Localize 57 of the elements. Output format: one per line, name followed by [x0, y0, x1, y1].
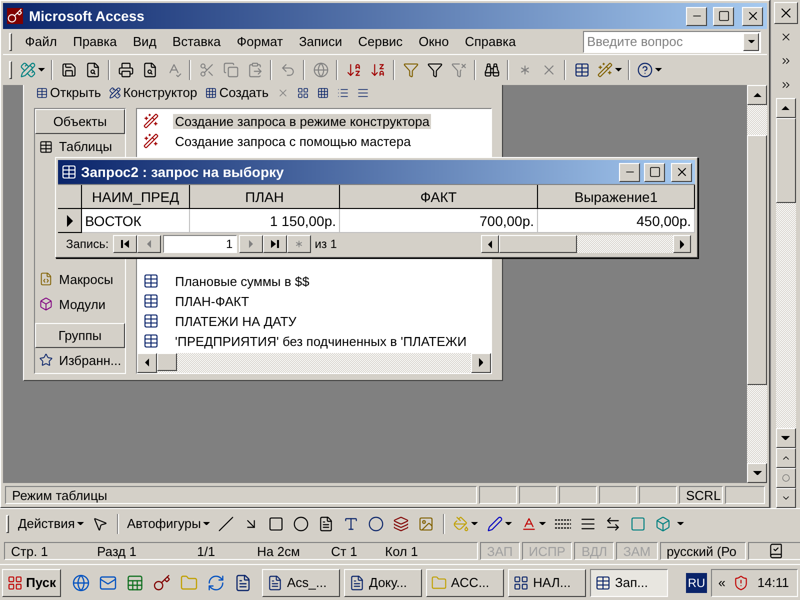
menu-item[interactable]: Окно	[412, 32, 456, 51]
table-cell: 1 150,00р.	[190, 209, 340, 233]
language-indicator: русский (Ро	[660, 542, 746, 560]
table-cell: ВОСТОК	[82, 209, 190, 233]
group-item[interactable]: Избранн...	[35, 348, 125, 372]
object-list-item[interactable]: ПЛАН-ФАКТ	[137, 291, 491, 311]
status-field: Ст 1	[331, 544, 385, 558]
object-list-item[interactable]: Плановые суммы в $$	[137, 271, 491, 291]
record-label: Запись:	[65, 237, 110, 251]
status-field: Кол 1	[385, 544, 455, 558]
table-cell: 450,00р.	[538, 209, 695, 233]
taskbar-button[interactable]: Acs_...	[262, 568, 340, 596]
column-header[interactable]: ФАКТ	[340, 185, 538, 209]
show-hidden-icons[interactable]: «	[718, 575, 726, 590]
clock: 14:11	[757, 575, 789, 590]
status-indicator: SCRL	[679, 486, 723, 504]
taskbar-button[interactable]: НАЛ...	[508, 568, 586, 596]
autoshapes-menu-button[interactable]: Автофигуры	[124, 514, 213, 533]
column-header[interactable]: ПЛАН	[190, 185, 340, 209]
database-toolbar-button[interactable]: Создать	[205, 85, 269, 100]
taskbar-button[interactable]: Доку...	[344, 568, 422, 596]
menu-item[interactable]: Вид	[126, 32, 164, 51]
database-toolbar-button[interactable]: Конструктор	[109, 85, 198, 100]
status-field: Стр. 1	[11, 544, 97, 558]
help-search-field[interactable]: Введите вопрос	[583, 30, 761, 52]
object-type-item[interactable]: Модули	[35, 292, 125, 316]
menu-item[interactable]: Справка	[458, 32, 523, 51]
status-field: На 2см	[257, 544, 331, 558]
menu-item[interactable]: Записи	[292, 32, 350, 51]
menu-item[interactable]: Вставка	[165, 32, 228, 51]
object-type-item[interactable]: Макросы	[35, 266, 125, 292]
menu-item[interactable]: Сервис	[351, 32, 410, 51]
status-field: Разд 1	[97, 544, 197, 558]
database-toolbar-button[interactable]: Открыть	[36, 85, 102, 100]
object-type-item[interactable]: Таблицы	[35, 134, 125, 159]
query-window-title: Запрос2 : запрос на выборку	[81, 164, 285, 180]
menu-item[interactable]: Файл	[18, 32, 64, 51]
object-list-item[interactable]: Создание запроса с помощью мастера	[137, 131, 491, 151]
menu-item[interactable]: Правка	[66, 32, 124, 51]
taskbar-button[interactable]: Зап...	[590, 568, 668, 596]
column-header[interactable]: НАИМ_ПРЕД	[82, 185, 190, 209]
object-list-item[interactable]: 'ПРЕДПРИЯТИЯ' без подчиненных в 'ПЛАТЕЖИ	[137, 331, 491, 351]
window-title: Microsoft Access	[29, 8, 146, 24]
record-number-field[interactable]: 1	[162, 235, 237, 253]
groups-header[interactable]: Группы	[35, 322, 125, 348]
status-mode: Режим таблицы	[5, 486, 477, 504]
start-button[interactable]: Пуск	[2, 568, 61, 596]
language-indicator[interactable]: RU	[686, 572, 708, 592]
column-header[interactable]: Выражение1	[538, 185, 695, 209]
objects-header[interactable]: Объекты	[35, 109, 125, 134]
taskbar-button[interactable]: ACC...	[426, 568, 504, 596]
object-list-item[interactable]: ПЛАТЕЖИ НА ДАТУ	[137, 311, 491, 331]
menu-item[interactable]: Формат	[230, 32, 290, 51]
table-cell: 700,00р.	[340, 209, 538, 233]
actions-menu-button[interactable]: Действия	[15, 514, 87, 533]
status-field: 1/1	[197, 544, 257, 558]
record-count: из 1	[314, 237, 338, 251]
